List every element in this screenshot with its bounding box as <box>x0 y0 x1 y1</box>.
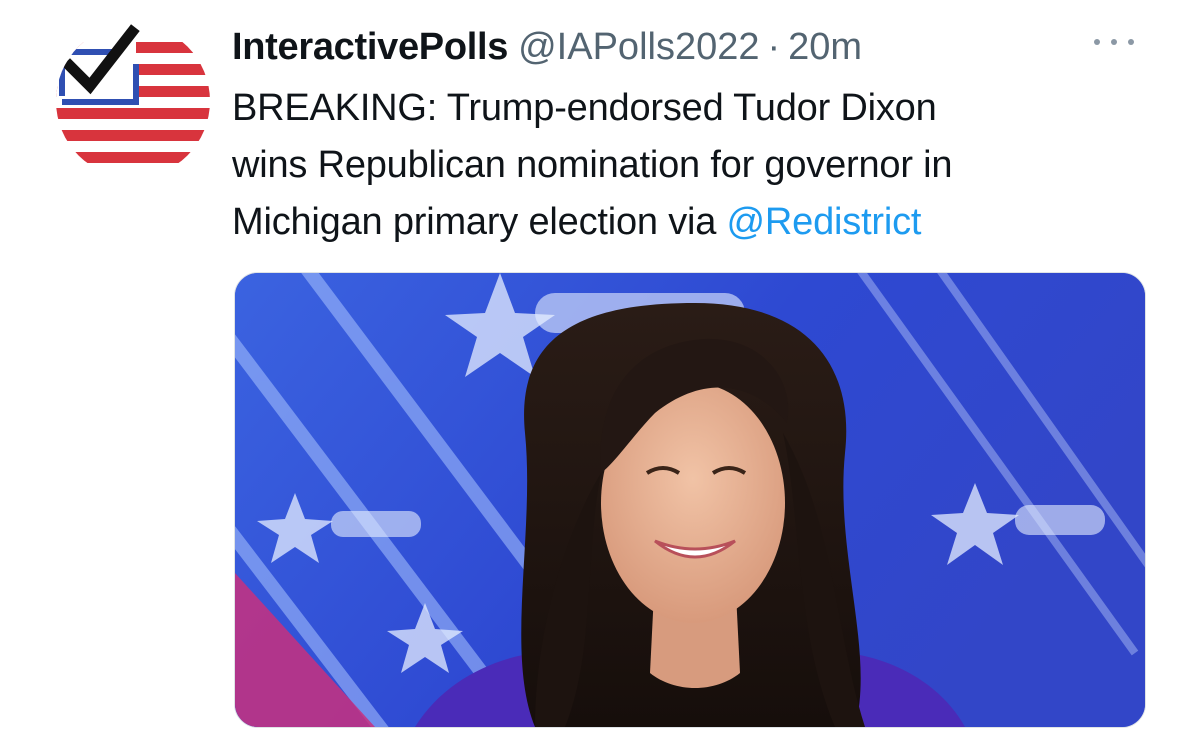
avatar[interactable] <box>56 24 210 178</box>
tweet-text-line: Michigan primary election via @Redistric… <box>232 194 1152 251</box>
tweet-media-photo[interactable] <box>234 272 1146 728</box>
display-name[interactable]: InteractivePolls <box>232 22 508 72</box>
tweet-text-line-part: Michigan primary election via <box>232 201 727 243</box>
tweet-text: BREAKING: Trump-endorsed Tudor Dixon win… <box>232 80 1152 251</box>
mention-link[interactable]: @Redistrict <box>727 201 922 243</box>
photo-woman-smiling <box>235 273 1145 727</box>
more-options-button[interactable] <box>1094 30 1134 54</box>
separator-dot: · <box>767 26 781 68</box>
tweet-text-line: wins Republican nomination for governor … <box>232 144 953 186</box>
more-horizontal-icon-dot <box>1111 39 1117 45</box>
user-handle[interactable]: @IAPolls2022 <box>518 22 759 72</box>
more-horizontal-icon-dot <box>1128 39 1134 45</box>
tweet[interactable]: InteractivePolls @IAPolls2022 · 20m BREA… <box>0 0 1200 740</box>
tweet-header: InteractivePolls @IAPolls2022 · 20m <box>232 22 862 72</box>
checkmark-flag-logo-icon <box>56 24 210 178</box>
tweet-text-line: BREAKING: Trump-endorsed Tudor Dixon <box>232 87 937 129</box>
timestamp[interactable]: 20m <box>788 22 862 72</box>
more-horizontal-icon <box>1094 39 1100 45</box>
